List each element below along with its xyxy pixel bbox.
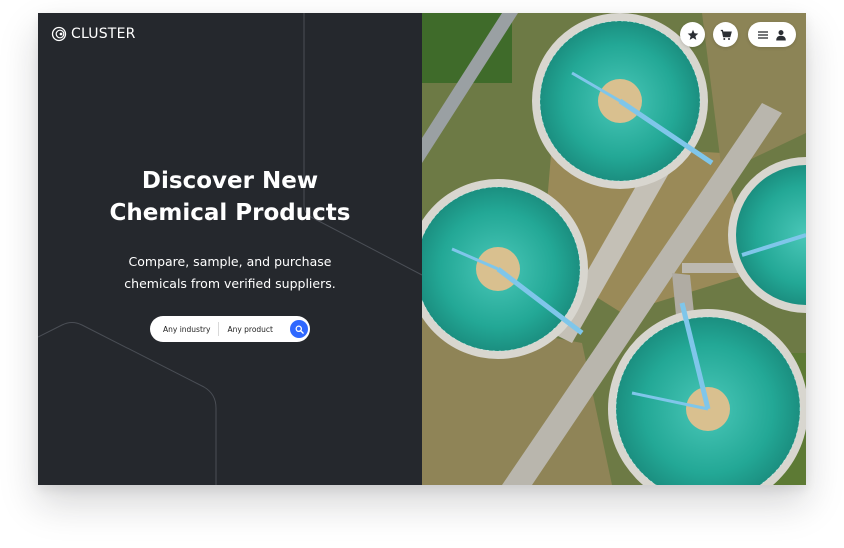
favorites-button[interactable] [680, 22, 705, 47]
brand-name: CLUSTER [71, 26, 136, 42]
hero-image-panel [422, 13, 806, 485]
cluster-logo-icon [51, 26, 67, 42]
hero-title-line-1: Discover New [141, 168, 319, 194]
hero-subtitle-line-2: chemicals from verified suppliers. [124, 276, 336, 291]
account-menu-button[interactable] [748, 22, 796, 47]
product-select[interactable]: Any product [227, 325, 273, 334]
brand-logo[interactable]: CLUSTER [51, 26, 136, 42]
search-bar: Any industry Any product [150, 316, 310, 342]
landing-page: CLUSTER Discover New Chemical Products C… [38, 13, 806, 485]
hero-title-line-2: Chemical Products [109, 200, 351, 226]
cart-icon [720, 29, 732, 40]
search-divider [218, 322, 220, 336]
hero-panel: CLUSTER Discover New Chemical Products C… [38, 13, 422, 485]
star-icon [687, 29, 698, 40]
industry-select[interactable]: Any industry [163, 325, 210, 334]
hero-title: Discover New Chemical Products [38, 165, 422, 229]
hamburger-menu-icon [758, 30, 768, 39]
water-treatment-aerial-image [422, 13, 806, 485]
hero-subtitle-line-1: Compare, sample, and purchase [128, 254, 332, 269]
decorative-lines [38, 13, 422, 485]
search-icon [295, 325, 304, 334]
search-button[interactable] [290, 320, 308, 338]
hero-subtitle: Compare, sample, and purchase chemicals … [38, 251, 422, 295]
user-icon [776, 29, 786, 40]
cart-button[interactable] [713, 22, 738, 47]
